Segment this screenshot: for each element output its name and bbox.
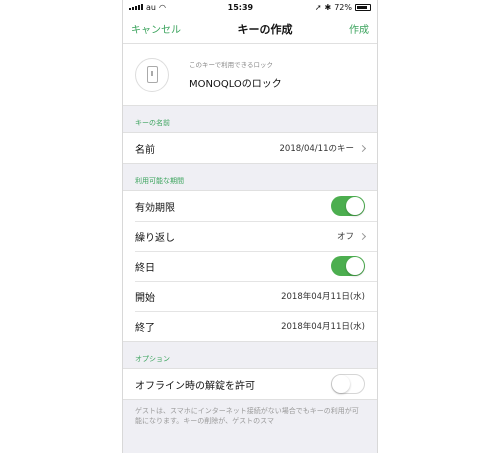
signal-icon bbox=[129, 4, 143, 10]
offline-unlock-toggle[interactable] bbox=[331, 374, 365, 394]
key-name-label: 名前 bbox=[135, 144, 155, 156]
wifi-icon: ◠ bbox=[158, 2, 166, 12]
create-button[interactable]: 作成 bbox=[349, 21, 369, 36]
clock: 15:39 bbox=[227, 2, 254, 12]
repeat-value: オフ bbox=[336, 232, 354, 242]
end-label: 終了 bbox=[135, 322, 155, 334]
all-day-toggle[interactable] bbox=[331, 256, 365, 276]
key-name-row[interactable]: 名前 2018/04/11のキー bbox=[123, 133, 377, 163]
key-name-value: 2018/04/11のキー bbox=[279, 144, 355, 154]
carrier-label: au bbox=[146, 2, 156, 12]
end-value: 2018年04月11日(水) bbox=[281, 322, 365, 332]
lock-caption: このキーで利用できるロック bbox=[189, 61, 273, 69]
chevron-right-icon bbox=[358, 232, 367, 240]
offline-footnote: ゲストは、スマホにインターネット接続がない場合でもキーの利用が可能になります。キ… bbox=[135, 407, 359, 425]
section-header-options: オプション bbox=[135, 355, 170, 363]
location-icon: ➚ bbox=[314, 2, 322, 12]
repeat-row[interactable]: 繰り返し オフ bbox=[123, 221, 377, 251]
start-label: 開始 bbox=[135, 292, 155, 304]
bluetooth-icon: ✱ bbox=[324, 2, 332, 12]
start-row[interactable]: 開始 2018年04月11日(水) bbox=[123, 281, 377, 311]
status-bar: au ◠ 15:39 ➚ ✱ 72% bbox=[123, 0, 377, 14]
end-row[interactable]: 終了 2018年04月11日(水) bbox=[123, 311, 377, 341]
page-title: キーの作成 bbox=[237, 22, 293, 36]
lock-card: このキーで利用できるロック MONOQLOのロック bbox=[123, 44, 377, 106]
repeat-label: 繰り返し bbox=[135, 232, 175, 244]
start-value: 2018年04月11日(水) bbox=[281, 292, 365, 302]
all-day-row: 終日 bbox=[123, 251, 377, 281]
section-header-period: 利用可能な期間 bbox=[135, 177, 184, 185]
offline-unlock-row: オフライン時の解錠を許可 bbox=[123, 369, 377, 399]
section-header-key-name: キーの名前 bbox=[135, 119, 170, 127]
lock-device-icon bbox=[135, 57, 169, 92]
battery-icon bbox=[355, 3, 371, 11]
validity-row: 有効期限 bbox=[123, 191, 377, 221]
all-day-label: 終日 bbox=[135, 262, 155, 274]
chevron-right-icon bbox=[358, 144, 367, 152]
cancel-button[interactable]: キャンセル bbox=[131, 21, 181, 36]
offline-unlock-label: オフライン時の解錠を許可 bbox=[135, 380, 255, 392]
validity-label: 有効期限 bbox=[135, 202, 175, 214]
phone-screen: au ◠ 15:39 ➚ ✱ 72% キャンセル キーの作成 作成 このキーで利… bbox=[122, 0, 378, 453]
validity-toggle[interactable] bbox=[331, 196, 365, 216]
navigation-bar: キャンセル キーの作成 作成 bbox=[123, 14, 377, 44]
battery-percent: 72% bbox=[334, 2, 352, 12]
lock-name: MONOQLOのロック bbox=[189, 79, 282, 90]
